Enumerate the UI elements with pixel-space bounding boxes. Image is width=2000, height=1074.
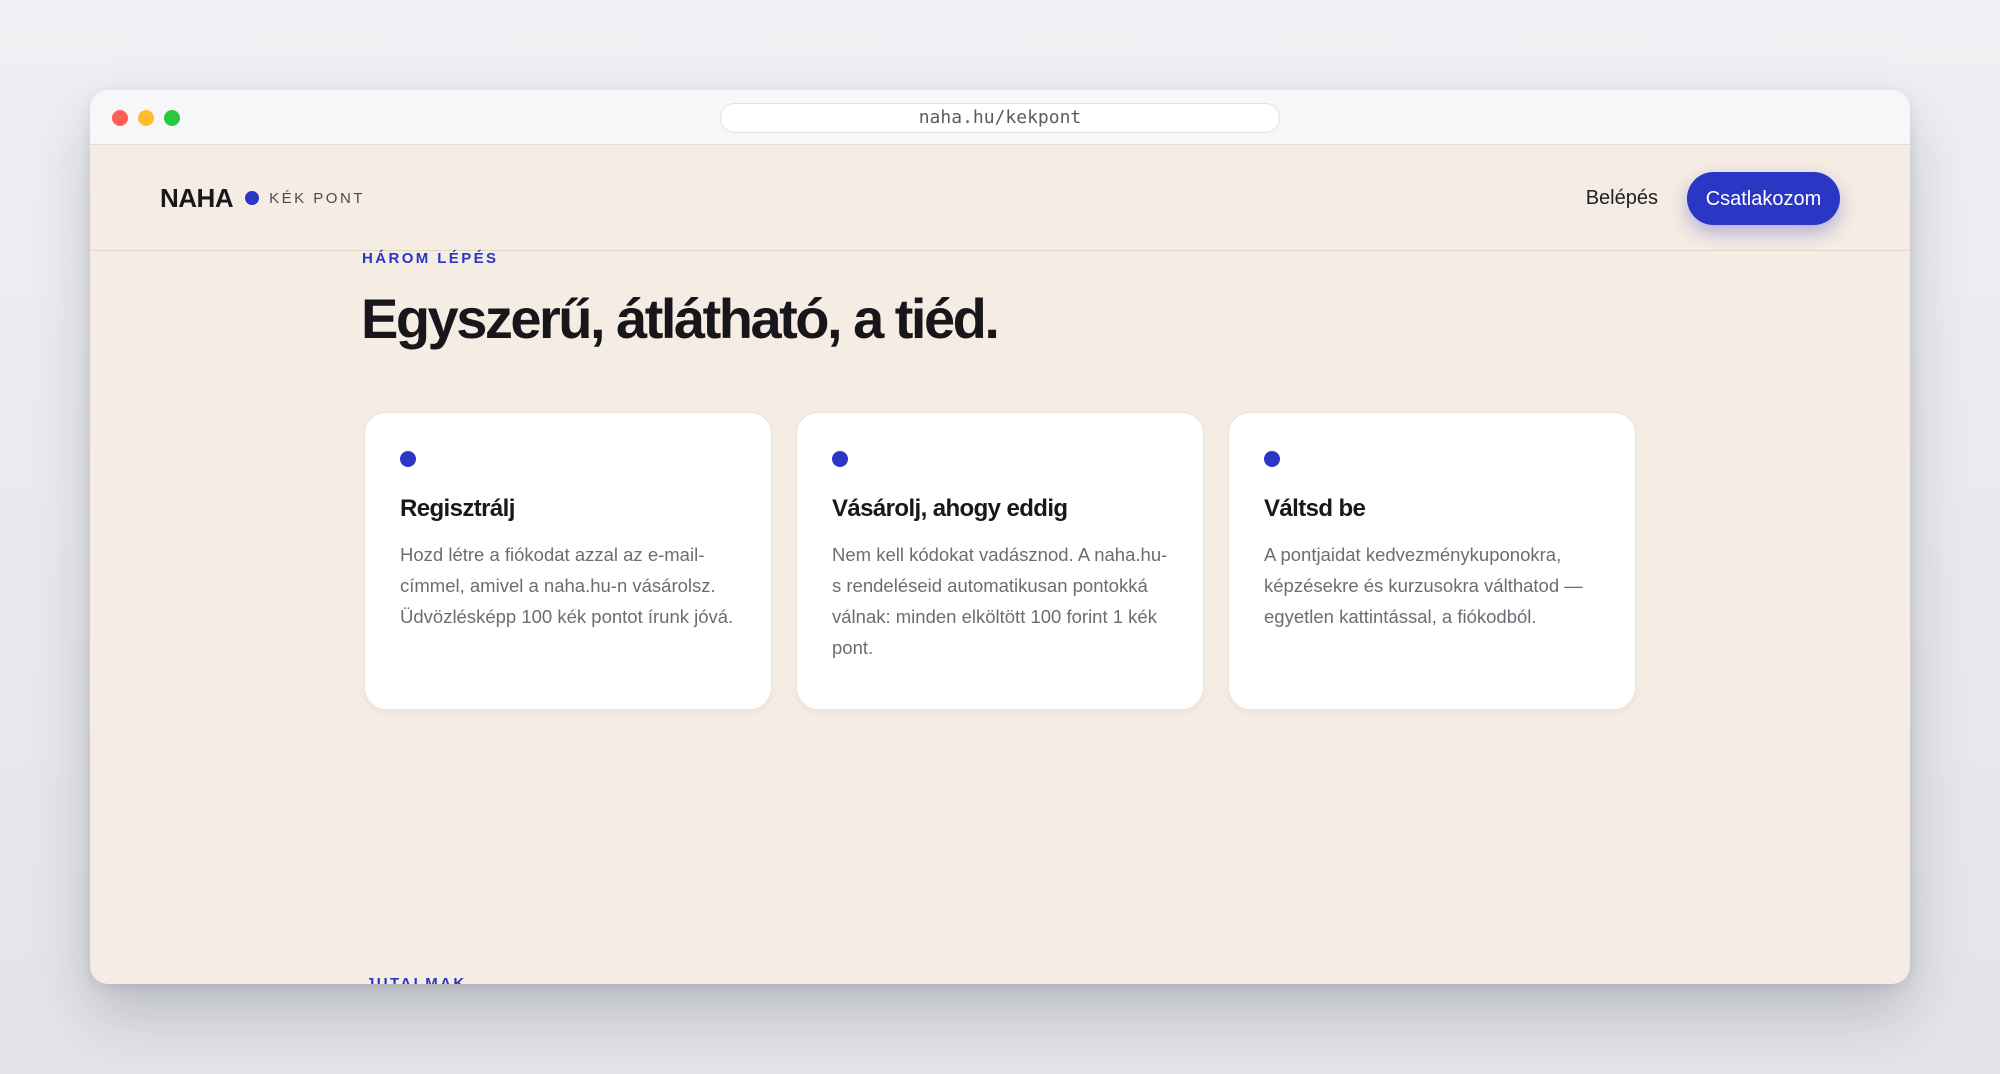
login-link[interactable]: Belépés	[1586, 180, 1658, 216]
browser-toolbar: naha.hu/kekpont	[90, 90, 1910, 145]
step-card-redeem: Váltsd be A pontjaidat kedvezménykuponok…	[1228, 412, 1636, 710]
logo-subtitle: KÉK PONT	[269, 189, 365, 207]
blue-dot-icon	[245, 191, 260, 205]
steps-cards: Regisztrálj Hozd létre a fiókodat azzal …	[364, 412, 1638, 710]
close-window-icon[interactable]	[112, 110, 128, 126]
section-eyebrow: HÁROM LÉPÉS	[362, 250, 499, 267]
section-headline: Egyszerű, átlátható, a tiéd.	[361, 287, 1000, 350]
step-card-body: A pontjaidat kedvezménykuponokra, képzés…	[1264, 544, 1583, 627]
site-header: NAHA KÉK PONT Belépés Csatlakozom	[90, 145, 1910, 251]
step-card-title: Regisztrálj	[400, 495, 515, 522]
browser-window: naha.hu/kekpont NAHA KÉK PONT Belépés Cs…	[90, 90, 1910, 984]
blue-dot-icon	[1264, 451, 1280, 467]
minimize-window-icon[interactable]	[138, 110, 154, 126]
address-bar[interactable]: naha.hu/kekpont	[720, 103, 1280, 133]
step-card-register: Regisztrálj Hozd létre a fiókodat azzal …	[364, 412, 772, 710]
step-card-body: Hozd létre a fiókodat azzal az e-mail-cí…	[400, 544, 734, 627]
blue-dot-icon	[832, 451, 848, 467]
logo[interactable]: NAHA KÉK PONT	[160, 181, 365, 215]
logo-wordmark: NAHA	[160, 182, 234, 213]
blue-dot-icon	[400, 451, 416, 467]
step-card-shop: Vásárolj, ahogy eddig Nem kell kódokat v…	[796, 412, 1204, 710]
rewards-eyebrow: JUTALMAK	[366, 975, 467, 984]
step-card-title: Vásárolj, ahogy eddig	[832, 495, 1068, 522]
join-button[interactable]: Csatlakozom	[1687, 172, 1840, 225]
step-card-body: Nem kell kódokat vadásznod. A naha.hu-s …	[832, 544, 1168, 658]
maximize-window-icon[interactable]	[164, 110, 180, 126]
step-card-title: Váltsd be	[1264, 495, 1366, 522]
